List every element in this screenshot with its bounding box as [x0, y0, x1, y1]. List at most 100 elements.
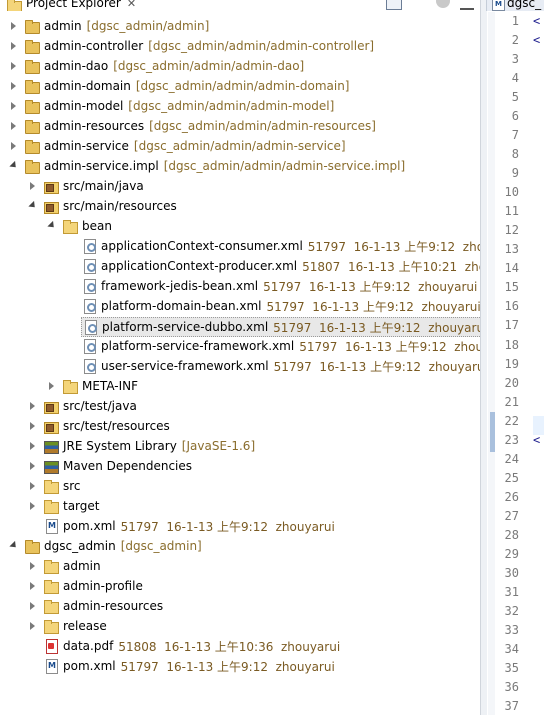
- chevron-right-icon[interactable]: [29, 482, 37, 490]
- tree-item[interactable]: admin-resources: [0, 596, 480, 616]
- tree-item[interactable]: admin-domain [dgsc_admin/admin/admin-doma…: [0, 76, 480, 96]
- tree-item-body[interactable]: admin-resources: [43, 597, 165, 615]
- tree-item[interactable]: src/test/java: [0, 396, 480, 416]
- tree-item-body[interactable]: admin-controller [dgsc_admin/admin/admin-…: [24, 37, 376, 55]
- tree-item[interactable]: applicationContext-consumer.xml 51797 16-…: [0, 236, 480, 256]
- tree-item-body[interactable]: JRE System Library [JavaSE-1.6]: [43, 437, 257, 455]
- tree-item[interactable]: dgsc_admin [dgsc_admin]: [0, 536, 480, 556]
- chevron-right-icon[interactable]: [48, 382, 56, 390]
- tab-editor-pom[interactable]: M dgsc_: [486, 0, 544, 11]
- tree-item-body[interactable]: bean: [62, 217, 114, 235]
- tree-item[interactable]: pom.xml 51797 16-1-13 上午9:12 zhouyarui: [0, 516, 480, 536]
- editor-content[interactable]: < < <: [525, 12, 544, 715]
- chevron-right-icon[interactable]: [10, 122, 18, 130]
- tree-item[interactable]: admin: [0, 556, 480, 576]
- tree-item-label: framework-jedis-bean.xml: [101, 279, 259, 293]
- tree-item-body[interactable]: data.pdf 51808 16-1-13 上午10:36 zhouyarui: [43, 637, 342, 655]
- chevron-right-icon[interactable]: [29, 402, 37, 410]
- panel-divider[interactable]: [480, 0, 487, 715]
- tree-item-body[interactable]: release: [43, 617, 109, 635]
- chevron-right-icon[interactable]: [10, 82, 18, 90]
- tree-item[interactable]: admin-dao [dgsc_admin/admin/admin-dao]: [0, 56, 480, 76]
- tree-item-body[interactable]: applicationContext-consumer.xml 51797 16-…: [81, 237, 480, 255]
- tree-item[interactable]: src/test/resources: [0, 416, 480, 436]
- tab-project-explorer[interactable]: Project Explorer ✕: [0, 0, 136, 11]
- tree-item[interactable]: user-service-framework.xml 51797 16-1-13 …: [0, 356, 480, 376]
- tree-item-body[interactable]: target: [43, 497, 102, 515]
- chevron-down-icon[interactable]: [29, 202, 37, 210]
- chevron-right-icon[interactable]: [29, 462, 37, 470]
- tree-item-body[interactable]: framework-jedis-bean.xml 51797 16-1-13 上午…: [81, 277, 479, 295]
- tree-item-body[interactable]: admin: [43, 557, 103, 575]
- tree-item-body[interactable]: pom.xml 51797 16-1-13 上午9:12 zhouyarui: [43, 517, 337, 535]
- chevron-down-icon[interactable]: [48, 222, 56, 230]
- tree-item[interactable]: framework-jedis-bean.xml 51797 16-1-13 上午…: [0, 276, 480, 296]
- tree-item-body[interactable]: admin-resources [dgsc_admin/admin/admin-r…: [24, 117, 378, 135]
- tree-item[interactable]: src/main/java: [0, 176, 480, 196]
- chevron-right-icon[interactable]: [29, 622, 37, 630]
- tree-item-body[interactable]: admin-service [dgsc_admin/admin/admin-ser…: [24, 137, 348, 155]
- tree-item[interactable]: release: [0, 616, 480, 636]
- tree-item[interactable]: applicationContext-producer.xml 51807 16-…: [0, 256, 480, 276]
- chevron-right-icon[interactable]: [29, 582, 37, 590]
- chevron-right-icon[interactable]: [10, 22, 18, 30]
- tree-item-body[interactable]: admin-domain [dgsc_admin/admin/admin-doma…: [24, 77, 351, 95]
- tree-item[interactable]: admin-profile: [0, 576, 480, 596]
- chevron-right-icon[interactable]: [29, 502, 37, 510]
- chevron-right-icon[interactable]: [29, 442, 37, 450]
- tree-item[interactable]: admin-model [dgsc_admin/admin/admin-model…: [0, 96, 480, 116]
- tree-item-body[interactable]: user-service-framework.xml 51797 16-1-13 …: [81, 357, 480, 375]
- tree-item[interactable]: admin-controller [dgsc_admin/admin/admin-…: [0, 36, 480, 56]
- tree-item-body[interactable]: META-INF: [62, 377, 140, 395]
- minimize-icon[interactable]: [460, 0, 474, 10]
- tree-item-body[interactable]: admin-dao [dgsc_admin/admin/admin-dao]: [24, 57, 306, 75]
- chevron-right-icon[interactable]: [10, 62, 18, 70]
- view-menu-icon[interactable]: [436, 0, 450, 8]
- tree-item[interactable]: admin-service [dgsc_admin/admin/admin-ser…: [0, 136, 480, 156]
- tree-item[interactable]: target: [0, 496, 480, 516]
- tree-item-body[interactable]: Maven Dependencies: [43, 457, 194, 475]
- tree-item[interactable]: data.pdf 51808 16-1-13 上午10:36 zhouyarui: [0, 636, 480, 656]
- tree-item-body[interactable]: platform-service-framework.xml 51797 16-1…: [81, 337, 480, 355]
- tree-item[interactable]: bean: [0, 216, 480, 236]
- chevron-right-icon[interactable]: [29, 602, 37, 610]
- line-number: 12: [504, 223, 519, 238]
- tree-item-body[interactable]: admin-model [dgsc_admin/admin/admin-model…: [24, 97, 336, 115]
- tree-item[interactable]: pom.xml 51797 16-1-13 上午9:12 zhouyarui: [0, 656, 480, 676]
- chevron-down-icon[interactable]: [10, 162, 18, 170]
- tree-item-body[interactable]: dgsc_admin [dgsc_admin]: [24, 537, 204, 555]
- tree-item[interactable]: admin [dgsc_admin/admin]: [0, 16, 480, 36]
- tree-item[interactable]: platform-domain-bean.xml 51797 16-1-13 上午…: [0, 296, 480, 316]
- chevron-right-icon[interactable]: [29, 562, 37, 570]
- tree-item-body[interactable]: admin-profile: [43, 577, 145, 595]
- tree-item-body[interactable]: applicationContext-producer.xml 51807 16-…: [81, 257, 480, 275]
- tree-item[interactable]: Maven Dependencies: [0, 456, 480, 476]
- tree-item-body[interactable]: src/main/java: [43, 177, 146, 195]
- chevron-right-icon[interactable]: [29, 422, 37, 430]
- tree-item-body[interactable]: admin-service.impl [dgsc_admin/admin/admi…: [24, 157, 407, 175]
- chevron-right-icon[interactable]: [29, 182, 37, 190]
- tree-item-body[interactable]: src/test/java: [43, 397, 139, 415]
- tree-item[interactable]: src/main/resources: [0, 196, 480, 216]
- chevron-right-icon[interactable]: [10, 142, 18, 150]
- chevron-down-icon[interactable]: [10, 542, 18, 550]
- tree-item-body[interactable]: src/main/resources: [43, 197, 179, 215]
- link-with-editor-icon[interactable]: [412, 0, 426, 10]
- tree-item[interactable]: META-INF: [0, 376, 480, 396]
- chevron-right-icon[interactable]: [10, 102, 18, 110]
- tree-item[interactable]: JRE System Library [JavaSE-1.6]: [0, 436, 480, 456]
- close-icon[interactable]: ✕: [127, 0, 136, 10]
- collapse-all-icon[interactable]: [386, 0, 402, 10]
- tree-item-body[interactable]: src/test/resources: [43, 417, 172, 435]
- tree-item[interactable]: admin-service.impl [dgsc_admin/admin/admi…: [0, 156, 480, 176]
- tree-item[interactable]: src: [0, 476, 480, 496]
- chevron-right-icon[interactable]: [10, 42, 18, 50]
- tree-item-body[interactable]: platform-domain-bean.xml 51797 16-1-13 上午…: [81, 297, 480, 315]
- tree-item[interactable]: admin-resources [dgsc_admin/admin/admin-r…: [0, 116, 480, 136]
- tree-item-body[interactable]: admin [dgsc_admin/admin]: [24, 17, 211, 35]
- tree-item-body[interactable]: platform-service-dubbo.xml 51797 16-1-13 …: [81, 317, 480, 337]
- tree-item[interactable]: platform-service-framework.xml 51797 16-1…: [0, 336, 480, 356]
- tree-item-body[interactable]: pom.xml 51797 16-1-13 上午9:12 zhouyarui: [43, 657, 337, 675]
- tree-item[interactable]: platform-service-dubbo.xml 51797 16-1-13 …: [0, 316, 480, 337]
- tree-item-body[interactable]: src: [43, 477, 83, 495]
